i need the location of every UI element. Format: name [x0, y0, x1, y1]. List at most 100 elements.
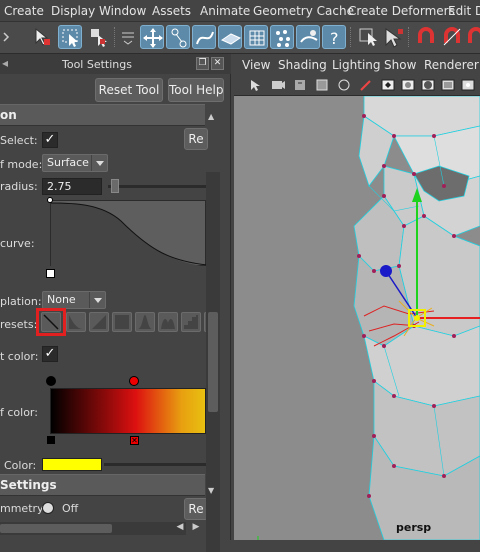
preset-ring-icon[interactable] [158, 312, 178, 332]
menu-edit-deformers[interactable]: Edit De [448, 4, 480, 18]
lighting-icon[interactable] [460, 77, 476, 93]
tool-settings-panel: ◂ Tool Settings ❐ ✕ Reset Tool Tool Help… [0, 54, 231, 552]
history-icon[interactable] [356, 25, 380, 49]
menu-create[interactable]: Create [4, 4, 44, 18]
camera-label: persp [396, 521, 432, 534]
scroll-up-icon[interactable]: ▲ [208, 112, 218, 122]
paint-select-icon[interactable] [86, 25, 110, 49]
menu-animate[interactable]: Animate [200, 4, 250, 18]
presets-label: resets: [0, 318, 38, 331]
panel-title: Tool Settings [62, 58, 132, 71]
preset-smooth-icon[interactable] [66, 312, 86, 332]
textured-icon[interactable] [440, 77, 456, 93]
symmetry-radio[interactable] [42, 502, 54, 514]
viewport-menu-view[interactable]: View [242, 58, 270, 72]
paint-select-tool-icon[interactable] [382, 25, 406, 49]
preset-linear-icon[interactable] [41, 312, 61, 332]
reset-tool-button[interactable]: Reset Tool [95, 78, 163, 102]
reset-button-2[interactable]: Re [184, 498, 208, 520]
preset-step-icon[interactable] [181, 312, 201, 332]
preset-flat-icon[interactable] [112, 312, 132, 332]
camera-attributes-icon[interactable] [270, 77, 286, 93]
image-plane-icon[interactable] [314, 77, 330, 93]
viewport-menu-renderer[interactable]: Renderer [424, 58, 479, 72]
lattice-icon[interactable] [244, 25, 268, 49]
tweak-icon[interactable] [296, 25, 320, 49]
menu-window[interactable]: Window [99, 4, 146, 18]
mode-value: Surface [47, 156, 89, 169]
gradient-marker-left[interactable] [47, 436, 55, 444]
section-title-2: Settings [0, 478, 57, 492]
snap-icon[interactable] [440, 25, 464, 49]
falloff-color-gradient[interactable] [50, 388, 206, 434]
color-swatch[interactable] [42, 458, 102, 471]
grease-pencil-icon[interactable] [358, 77, 374, 93]
particles-icon[interactable] [270, 25, 294, 49]
preset-bell-icon[interactable] [135, 312, 155, 332]
radius-field[interactable]: 2.75 [42, 178, 102, 195]
menu-create-deformers[interactable]: Create Deformers [348, 4, 455, 18]
menu-display[interactable]: Display [51, 4, 95, 18]
lasso-select-icon[interactable] [58, 25, 82, 49]
curve-point-bottom[interactable] [46, 269, 55, 278]
scroll-left-icon[interactable]: ◀ [174, 522, 186, 535]
color-checkbox[interactable]: ✓ [42, 346, 58, 362]
select-cursor-icon[interactable] [30, 25, 54, 49]
mode-label: f mode: [0, 158, 43, 171]
camera-select-icon[interactable] [248, 77, 264, 93]
bookmark-icon[interactable] [292, 77, 308, 93]
falloff-curve-graph[interactable] [50, 200, 208, 267]
curve-point-top[interactable] [47, 197, 53, 203]
radius-slider[interactable] [108, 185, 206, 188]
float-panel-icon[interactable]: ❐ [196, 57, 209, 70]
preset-inverse-icon[interactable] [89, 312, 109, 332]
gradient-marker-delete-icon[interactable]: ✕ [130, 436, 139, 445]
wireframe-icon[interactable] [380, 77, 396, 93]
mode-dropdown[interactable]: Surface [42, 154, 108, 172]
smooth-shade-icon[interactable] [400, 77, 416, 93]
gradient-stop-black[interactable] [46, 376, 56, 386]
shaded-wire-icon[interactable] [420, 77, 436, 93]
help-icon[interactable]: ? [322, 25, 346, 49]
viewport-menu-shading[interactable]: Shading [278, 58, 327, 72]
vertical-scrollbar[interactable]: ▲ ▼ [206, 112, 220, 552]
snap-curve-icon[interactable] [464, 25, 480, 49]
close-icon[interactable]: ✕ [211, 57, 224, 70]
select-checkbox[interactable]: ✓ [42, 132, 58, 148]
panel-grip-icon[interactable]: ◂ [2, 56, 8, 70]
plane-tool-icon[interactable] [218, 25, 242, 49]
horizontal-scroll-thumb[interactable] [0, 524, 112, 533]
color-label: t color: [0, 350, 39, 363]
scroll-down-icon[interactable]: ▼ [208, 486, 218, 496]
radius-slider-handle[interactable] [111, 179, 119, 193]
horizontal-scrollbar[interactable] [0, 522, 186, 535]
menu-assets[interactable]: Assets [152, 4, 191, 18]
shelf-arrow-icon[interactable] [0, 25, 24, 49]
menu-collapse-icon[interactable] [116, 25, 140, 49]
color-slider[interactable] [104, 463, 206, 466]
mesh-view[interactable] [234, 96, 480, 540]
interpolation-dropdown[interactable]: None [42, 291, 106, 309]
menu-geometry-cache[interactable]: Geometry Cache [253, 4, 354, 18]
magnet-icon[interactable] [414, 25, 438, 49]
tool-help-button[interactable]: Tool Help [168, 78, 224, 102]
symmetry-label: mmetry: [0, 502, 47, 515]
tool-shelf: ? [0, 22, 480, 54]
viewport-toolbar [234, 74, 480, 96]
two-d-pan-icon[interactable] [336, 77, 352, 93]
joint-tool-icon[interactable] [166, 25, 190, 49]
section-header-2[interactable]: Settings [0, 474, 205, 496]
perspective-viewport[interactable]: View Shading Lighting Show Renderer pers… [234, 54, 480, 540]
curve-tool-icon[interactable] [192, 25, 216, 49]
chevron-down-icon [89, 292, 105, 308]
viewport-menu-show[interactable]: Show [384, 58, 416, 72]
gradient-stop-red[interactable] [129, 376, 139, 386]
viewport-menu-lighting[interactable]: Lighting [332, 58, 381, 72]
section-header[interactable]: on [0, 104, 205, 126]
reset-button[interactable]: Re [184, 128, 208, 150]
color2-label: Color: [4, 459, 37, 472]
scroll-right-icon[interactable]: ▶ [190, 522, 202, 535]
select-label: Select: [0, 134, 38, 147]
vertical-scroll-thumb[interactable] [208, 312, 218, 412]
move-tool-icon[interactable] [140, 25, 164, 49]
